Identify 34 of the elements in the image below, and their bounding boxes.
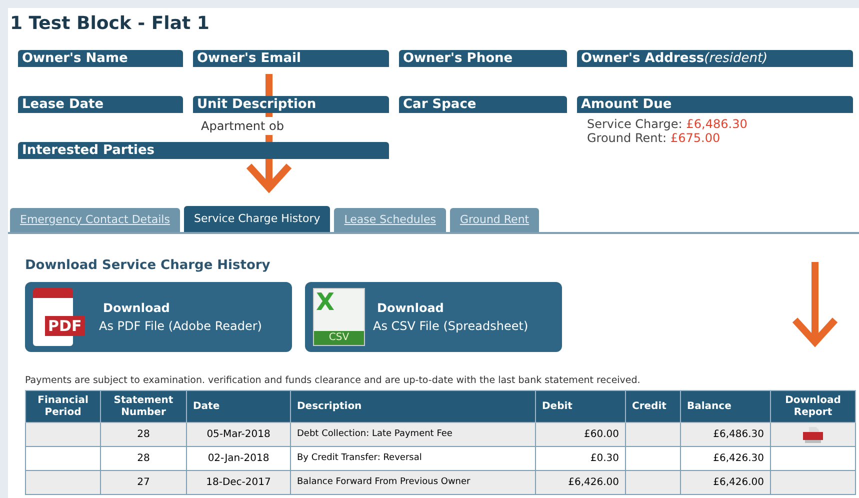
column-header: Description xyxy=(290,390,536,423)
amount-label: Ground Rent: xyxy=(587,131,666,145)
table-cell: £6,426.00 xyxy=(680,470,770,495)
column-header: Statement Number xyxy=(100,390,186,423)
amount-value: £675.00 xyxy=(670,131,720,145)
amount-label: Service Charge: xyxy=(587,117,682,131)
section-title: Download Service Charge History xyxy=(25,257,272,275)
table-cell: Balance Forward From Previous Owner xyxy=(290,470,536,495)
field-label: Lease Date xyxy=(18,96,183,113)
column-header: Balance xyxy=(680,390,770,423)
column-header: Debit xyxy=(536,390,626,423)
page-title: 1 Test Block - Flat 1 xyxy=(10,12,210,36)
field-label: Owner's Name xyxy=(18,50,183,67)
column-header: Credit xyxy=(626,390,680,423)
column-header: Download Report xyxy=(770,390,856,423)
field-label: Owner's Address(resident) xyxy=(577,50,853,67)
field-value: Apartment ob xyxy=(201,117,284,135)
spreadsheet-file-icon: X CSV xyxy=(313,288,365,346)
download-button[interactable]: X CSV Download As CSV File (Spreadsheet) xyxy=(305,282,562,352)
field-label: Unit Description xyxy=(193,96,389,113)
field-label: Amount Due xyxy=(577,96,853,113)
column-header: Date xyxy=(186,390,290,423)
table-cell: 27 xyxy=(100,470,186,495)
download-button[interactable]: PDF Download As PDF File (Adobe Reader) xyxy=(25,282,292,352)
field-label: Car Space xyxy=(399,96,567,113)
field-label: Interested Parties xyxy=(18,142,389,159)
field-label: Owner's Email xyxy=(193,50,389,67)
tab[interactable]: Service Charge History xyxy=(184,206,330,232)
amount-value: £6,486.30 xyxy=(686,117,748,131)
table-cell: 18-Dec-2017 xyxy=(186,470,290,495)
notice-text: Payments are subject to examination. verification and funds clearance and are up-to-date with the last bank statement received. xyxy=(25,374,642,388)
column-header: Financial Period xyxy=(26,390,100,423)
field-label: Owner's Phone xyxy=(399,50,567,67)
table-cell: £6,426.00 xyxy=(536,470,626,495)
